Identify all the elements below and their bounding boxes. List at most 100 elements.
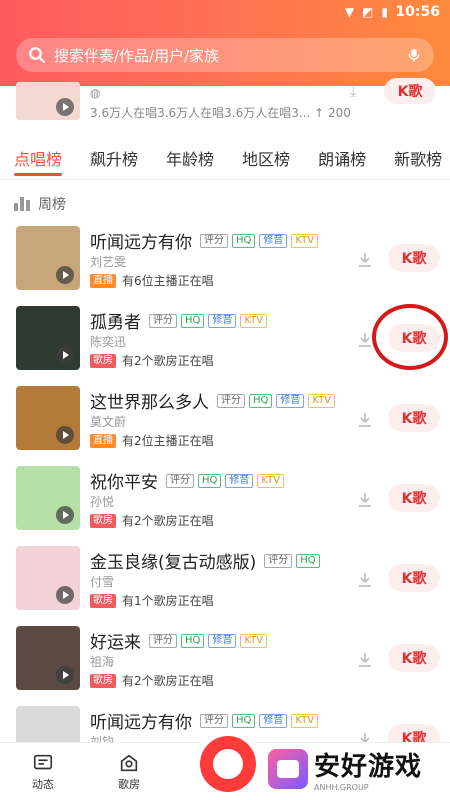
- k-song-button[interactable]: K歌: [388, 484, 440, 512]
- play-icon[interactable]: [56, 586, 74, 604]
- tab-langsong[interactable]: 朗诵榜: [304, 136, 380, 179]
- header: ▼ ◩ ▮ 10:56 搜索伴奏/作品/用户/家族: [0, 0, 450, 90]
- k-song-button[interactable]: K歌: [388, 404, 440, 432]
- song-cover[interactable]: [16, 306, 80, 370]
- top-card-singers: 3.6万人在唱3.6万人在唱3.6万人在唱3...: [90, 106, 311, 120]
- song-artist[interactable]: 陈奕迅: [90, 333, 126, 350]
- center-sing-button[interactable]: [200, 736, 256, 792]
- song-cover[interactable]: [16, 466, 80, 530]
- song-row[interactable]: 孤勇者 评分 HQ 修音 KTV 陈奕迅 歌房 有2个歌房正在唱 K歌: [0, 304, 450, 386]
- song-row[interactable]: 这世界那么多人 评分 HQ 修音 KTV 莫文蔚 直播 有2位主播正在唱 K歌: [0, 386, 450, 466]
- download-icon[interactable]: [358, 412, 372, 428]
- search-bar[interactable]: 搜索伴奏/作品/用户/家族: [16, 38, 434, 72]
- wifi-icon: ▼: [344, 5, 355, 19]
- tag-fix: 修音: [208, 633, 237, 648]
- download-icon[interactable]: [358, 652, 372, 668]
- status-badge: 歌房: [90, 353, 116, 368]
- download-icon[interactable]: [358, 252, 372, 268]
- song-status: 歌房 有2个歌房正在唱: [90, 672, 214, 689]
- tag-ktv: KTV: [308, 393, 336, 408]
- download-icon[interactable]: [358, 572, 372, 588]
- watermark-cn: 安好游戏: [314, 752, 423, 782]
- tab-diqu[interactable]: 地区榜: [228, 136, 304, 179]
- song-title[interactable]: 金玉良缘(复古动感版): [90, 548, 256, 573]
- song-title[interactable]: 好运来: [90, 628, 141, 653]
- watermark: 安好游戏 ANHH.GROUP: [268, 746, 422, 792]
- tag-hq: HQ: [198, 473, 222, 488]
- song-row[interactable]: 祝你平安 评分 HQ 修音 KTV 孙悦 歌房 有2个歌房正在唱 K歌: [0, 466, 450, 546]
- download-icon[interactable]: [358, 492, 372, 508]
- play-icon[interactable]: [56, 506, 74, 524]
- gamepad-logo-icon: [268, 749, 308, 789]
- song-title[interactable]: 这世界那么多人: [90, 388, 209, 413]
- status-badge: 歌房: [90, 513, 116, 528]
- tag-ktv: KTV: [257, 473, 285, 488]
- top-card-count: ↑ 200: [314, 106, 351, 120]
- download-icon[interactable]: ⤓: [350, 84, 364, 100]
- watermark-text: 安好游戏 ANHH.GROUP: [314, 746, 422, 792]
- tab-dianchang[interactable]: 点唱榜: [0, 136, 76, 179]
- song-title[interactable]: 孤勇者: [90, 308, 141, 333]
- search-icon: [29, 47, 45, 63]
- status-badge: 歌房: [90, 593, 116, 608]
- tag-ktv: KTV: [291, 233, 319, 248]
- top-card-info: 3.6万人在唱3.6万人在唱3.6万人在唱3... ↑ 200: [90, 104, 351, 121]
- song-artist[interactable]: 刘艺雯: [90, 253, 126, 270]
- status-text: 有2个歌房正在唱: [122, 514, 214, 528]
- song-artist[interactable]: 孙悦: [90, 493, 114, 510]
- song-title[interactable]: 祝你平安: [90, 468, 158, 493]
- tag-score: 评分: [264, 553, 293, 568]
- nav-room[interactable]: 歌房: [86, 743, 172, 800]
- song-artist[interactable]: 付雪: [90, 573, 114, 590]
- song-cover[interactable]: [16, 546, 80, 610]
- tab-xinge[interactable]: 新歌榜: [380, 136, 450, 179]
- tag-fix: 修音: [276, 393, 305, 408]
- tab-biaosheng[interactable]: 飙升榜: [76, 136, 152, 179]
- tag-hq: HQ: [232, 233, 256, 248]
- song-row[interactable]: 听闻远方有你 评分 HQ 修音 KTV 刘艺雯 直播 有6位主播正在唱 K歌: [0, 226, 450, 306]
- tab-nianling[interactable]: 年龄榜: [152, 136, 228, 179]
- avatar: [213, 749, 243, 779]
- song-title[interactable]: 听闻远方有你: [90, 228, 192, 253]
- download-icon[interactable]: [358, 332, 372, 348]
- tag-score: 评分: [149, 313, 177, 328]
- nav-dynamic-label: 动态: [32, 777, 54, 791]
- top-card-cover[interactable]: [16, 82, 80, 120]
- top-partial-card[interactable]: ◍ 3.6万人在唱3.6万人在唱3.6万人在唱3... ↑ 200 ⤓ K歌: [0, 78, 450, 128]
- tag-ktv: KTV: [291, 713, 319, 728]
- tag-fix: 修音: [259, 233, 288, 248]
- play-icon[interactable]: [56, 266, 74, 284]
- nav-dynamic[interactable]: 动态: [0, 743, 86, 800]
- song-status: 直播 有2位主播正在唱: [90, 432, 214, 449]
- tag-fix: 修音: [208, 313, 237, 328]
- song-artist[interactable]: 祖海: [90, 653, 114, 670]
- song-title[interactable]: 听闻远方有你: [90, 708, 192, 733]
- tag-score: 评分: [149, 633, 177, 648]
- song-cover[interactable]: [16, 626, 80, 690]
- tag-score: 评分: [200, 233, 228, 248]
- song-artist[interactable]: 莫文蔚: [90, 413, 126, 430]
- song-cover[interactable]: [16, 386, 80, 450]
- microphone-icon[interactable]: [406, 46, 422, 64]
- search-placeholder: 搜索伴奏/作品/用户/家族: [54, 46, 220, 65]
- song-title-line: 这世界那么多人 评分 HQ 修音 KTV: [90, 388, 336, 413]
- status-bar: ▼ ◩ ▮ 10:56: [0, 0, 450, 26]
- tag-hq: HQ: [181, 633, 205, 648]
- tag-score: 评分: [200, 713, 228, 728]
- play-icon[interactable]: [56, 666, 74, 684]
- watermark-en: ANHH.GROUP: [314, 783, 369, 792]
- k-song-button[interactable]: K歌: [388, 244, 440, 272]
- play-icon[interactable]: [56, 346, 74, 364]
- tag-hq: HQ: [249, 393, 273, 408]
- song-cover[interactable]: [16, 226, 80, 290]
- k-song-button[interactable]: K歌: [384, 78, 436, 104]
- play-icon[interactable]: [56, 98, 74, 116]
- play-icon[interactable]: [56, 426, 74, 444]
- globe-icon: ◍: [90, 86, 101, 100]
- song-row[interactable]: 好运来 评分 HQ 修音 KTV 祖海 歌房 有2个歌房正在唱 K歌: [0, 626, 450, 706]
- song-title-line: 好运来 评分 HQ 修音 KTV: [90, 628, 268, 653]
- k-song-button[interactable]: K歌: [388, 564, 440, 592]
- period-filter[interactable]: 周榜: [14, 192, 66, 216]
- song-row[interactable]: 金玉良缘(复古动感版) 评分 HQ 付雪 歌房 有1个歌房正在唱 K歌: [0, 546, 450, 626]
- k-song-button[interactable]: K歌: [388, 644, 440, 672]
